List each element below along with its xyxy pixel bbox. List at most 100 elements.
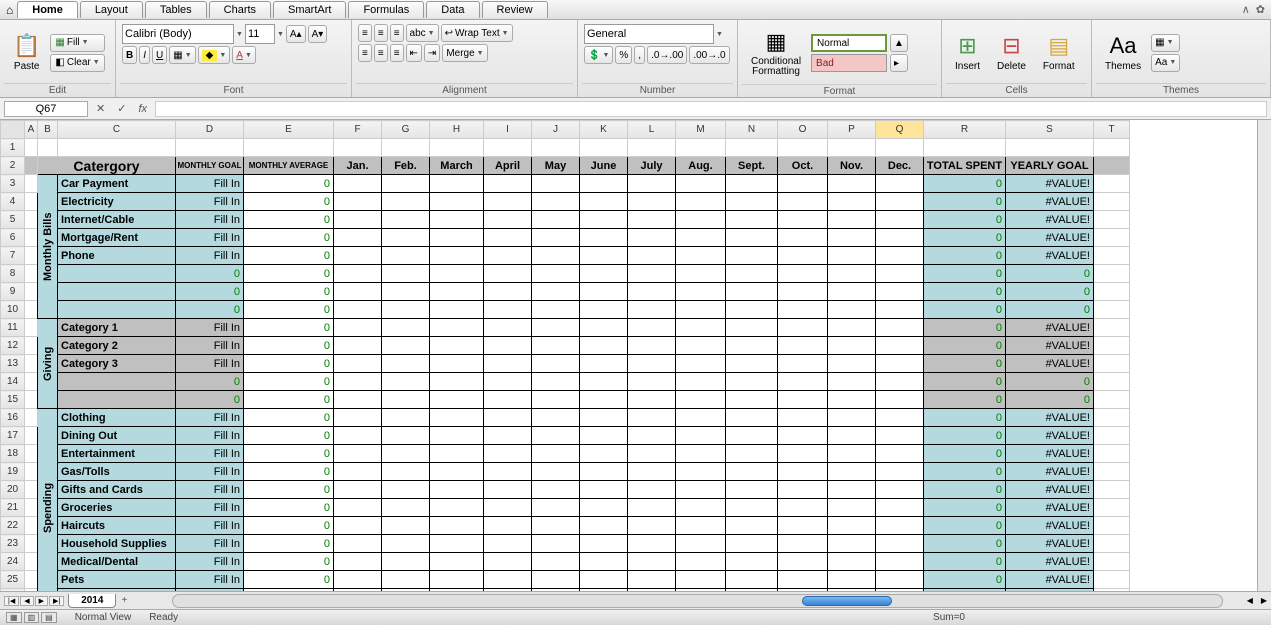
month-cell[interactable] bbox=[382, 517, 430, 535]
yearly-goal[interactable]: #VALUE! bbox=[1006, 409, 1094, 427]
group-label[interactable]: Monthly Bills bbox=[38, 175, 58, 319]
increase-decimal-button[interactable]: .0→.00 bbox=[647, 46, 687, 64]
month-cell[interactable] bbox=[628, 409, 676, 427]
total-spent[interactable]: 0 bbox=[924, 499, 1006, 517]
header-total[interactable]: TOTAL SPENT bbox=[924, 157, 1006, 175]
month-cell[interactable] bbox=[628, 211, 676, 229]
month-cell[interactable] bbox=[532, 229, 580, 247]
column-header[interactable]: K bbox=[580, 121, 628, 139]
month-cell[interactable] bbox=[828, 427, 876, 445]
month-cell[interactable] bbox=[382, 481, 430, 499]
month-cell[interactable] bbox=[382, 337, 430, 355]
row-header[interactable]: 3 bbox=[1, 175, 25, 193]
month-cell[interactable] bbox=[484, 517, 532, 535]
header-yearly-goal[interactable]: YEARLY GOAL bbox=[1006, 157, 1094, 175]
font-color-button[interactable]: A▼ bbox=[232, 46, 256, 64]
month-cell[interactable] bbox=[828, 445, 876, 463]
month-cell[interactable] bbox=[828, 535, 876, 553]
month-cell[interactable] bbox=[382, 463, 430, 481]
month-cell[interactable] bbox=[580, 481, 628, 499]
cell[interactable] bbox=[1094, 319, 1130, 337]
fill-color-button[interactable]: ◆▼ bbox=[198, 46, 231, 64]
fill-button[interactable]: ▦ Fill ▼ bbox=[50, 34, 104, 52]
month-cell[interactable] bbox=[876, 193, 924, 211]
cell[interactable] bbox=[25, 175, 38, 193]
month-cell[interactable] bbox=[382, 211, 430, 229]
month-cell[interactable] bbox=[876, 319, 924, 337]
month-cell[interactable] bbox=[532, 427, 580, 445]
currency-button[interactable]: 💲▼ bbox=[584, 46, 613, 64]
month-cell[interactable] bbox=[676, 535, 726, 553]
cell[interactable] bbox=[25, 535, 38, 553]
sheet-nav-first[interactable]: |◀ bbox=[4, 596, 19, 606]
header-month[interactable]: July bbox=[628, 157, 676, 175]
month-cell[interactable] bbox=[430, 247, 484, 265]
chevron-down-icon[interactable]: ▼ bbox=[277, 31, 284, 38]
cell[interactable] bbox=[25, 517, 38, 535]
style-scroll-open[interactable]: ▸ bbox=[890, 54, 908, 72]
month-cell[interactable] bbox=[382, 229, 430, 247]
cell[interactable] bbox=[25, 553, 38, 571]
total-spent[interactable]: 0 bbox=[924, 445, 1006, 463]
month-cell[interactable] bbox=[676, 571, 726, 589]
cell[interactable] bbox=[25, 211, 38, 229]
number-format-select[interactable] bbox=[584, 24, 714, 44]
cell[interactable] bbox=[1094, 247, 1130, 265]
month-cell[interactable] bbox=[484, 211, 532, 229]
category-name[interactable]: Pets bbox=[58, 571, 176, 589]
yearly-goal[interactable]: #VALUE! bbox=[1006, 517, 1094, 535]
monthly-avg[interactable]: 0 bbox=[244, 499, 334, 517]
column-header[interactable]: E bbox=[244, 121, 334, 139]
category-name[interactable]: Car Payment bbox=[58, 175, 176, 193]
month-cell[interactable] bbox=[532, 553, 580, 571]
italic-button[interactable]: I bbox=[139, 46, 150, 64]
month-cell[interactable] bbox=[382, 391, 430, 409]
month-cell[interactable] bbox=[580, 391, 628, 409]
monthly-avg[interactable]: 0 bbox=[244, 481, 334, 499]
month-cell[interactable] bbox=[628, 553, 676, 571]
month-cell[interactable] bbox=[580, 193, 628, 211]
month-cell[interactable] bbox=[532, 517, 580, 535]
month-cell[interactable] bbox=[676, 445, 726, 463]
row-header[interactable]: 16 bbox=[1, 409, 25, 427]
month-cell[interactable] bbox=[828, 355, 876, 373]
category-name[interactable]: Gifts and Cards bbox=[58, 481, 176, 499]
indent-dec-button[interactable]: ⇤ bbox=[406, 44, 422, 62]
month-cell[interactable] bbox=[532, 445, 580, 463]
month-cell[interactable] bbox=[382, 427, 430, 445]
month-cell[interactable] bbox=[628, 301, 676, 319]
month-cell[interactable] bbox=[828, 391, 876, 409]
cell[interactable] bbox=[25, 283, 38, 301]
month-cell[interactable] bbox=[778, 319, 828, 337]
month-cell[interactable] bbox=[876, 175, 924, 193]
month-cell[interactable] bbox=[876, 247, 924, 265]
category-name[interactable] bbox=[58, 391, 176, 409]
monthly-goal[interactable]: Fill In bbox=[176, 337, 244, 355]
category-name[interactable]: Clothing bbox=[58, 409, 176, 427]
scroll-right-button[interactable]: ▶ bbox=[1257, 596, 1271, 605]
row-header[interactable]: 25 bbox=[1, 571, 25, 589]
column-header[interactable]: Q bbox=[876, 121, 924, 139]
yearly-goal[interactable]: #VALUE! bbox=[1006, 481, 1094, 499]
yearly-goal[interactable]: #VALUE! bbox=[1006, 337, 1094, 355]
month-cell[interactable] bbox=[628, 247, 676, 265]
cell[interactable] bbox=[25, 355, 38, 373]
month-cell[interactable] bbox=[532, 463, 580, 481]
cell[interactable] bbox=[25, 247, 38, 265]
month-cell[interactable] bbox=[876, 409, 924, 427]
month-cell[interactable] bbox=[828, 463, 876, 481]
theme-colors-button[interactable]: ▦▼ bbox=[1151, 34, 1180, 52]
month-cell[interactable] bbox=[580, 175, 628, 193]
month-cell[interactable] bbox=[334, 175, 382, 193]
month-cell[interactable] bbox=[484, 499, 532, 517]
month-cell[interactable] bbox=[382, 373, 430, 391]
monthly-goal[interactable]: Fill In bbox=[176, 535, 244, 553]
month-cell[interactable] bbox=[484, 175, 532, 193]
month-cell[interactable] bbox=[676, 319, 726, 337]
tab-tables[interactable]: Tables bbox=[145, 1, 207, 18]
category-name[interactable]: Haircuts bbox=[58, 517, 176, 535]
header-month[interactable]: Nov. bbox=[828, 157, 876, 175]
cell[interactable] bbox=[1094, 211, 1130, 229]
category-name[interactable]: Category 2 bbox=[58, 337, 176, 355]
month-cell[interactable] bbox=[334, 463, 382, 481]
